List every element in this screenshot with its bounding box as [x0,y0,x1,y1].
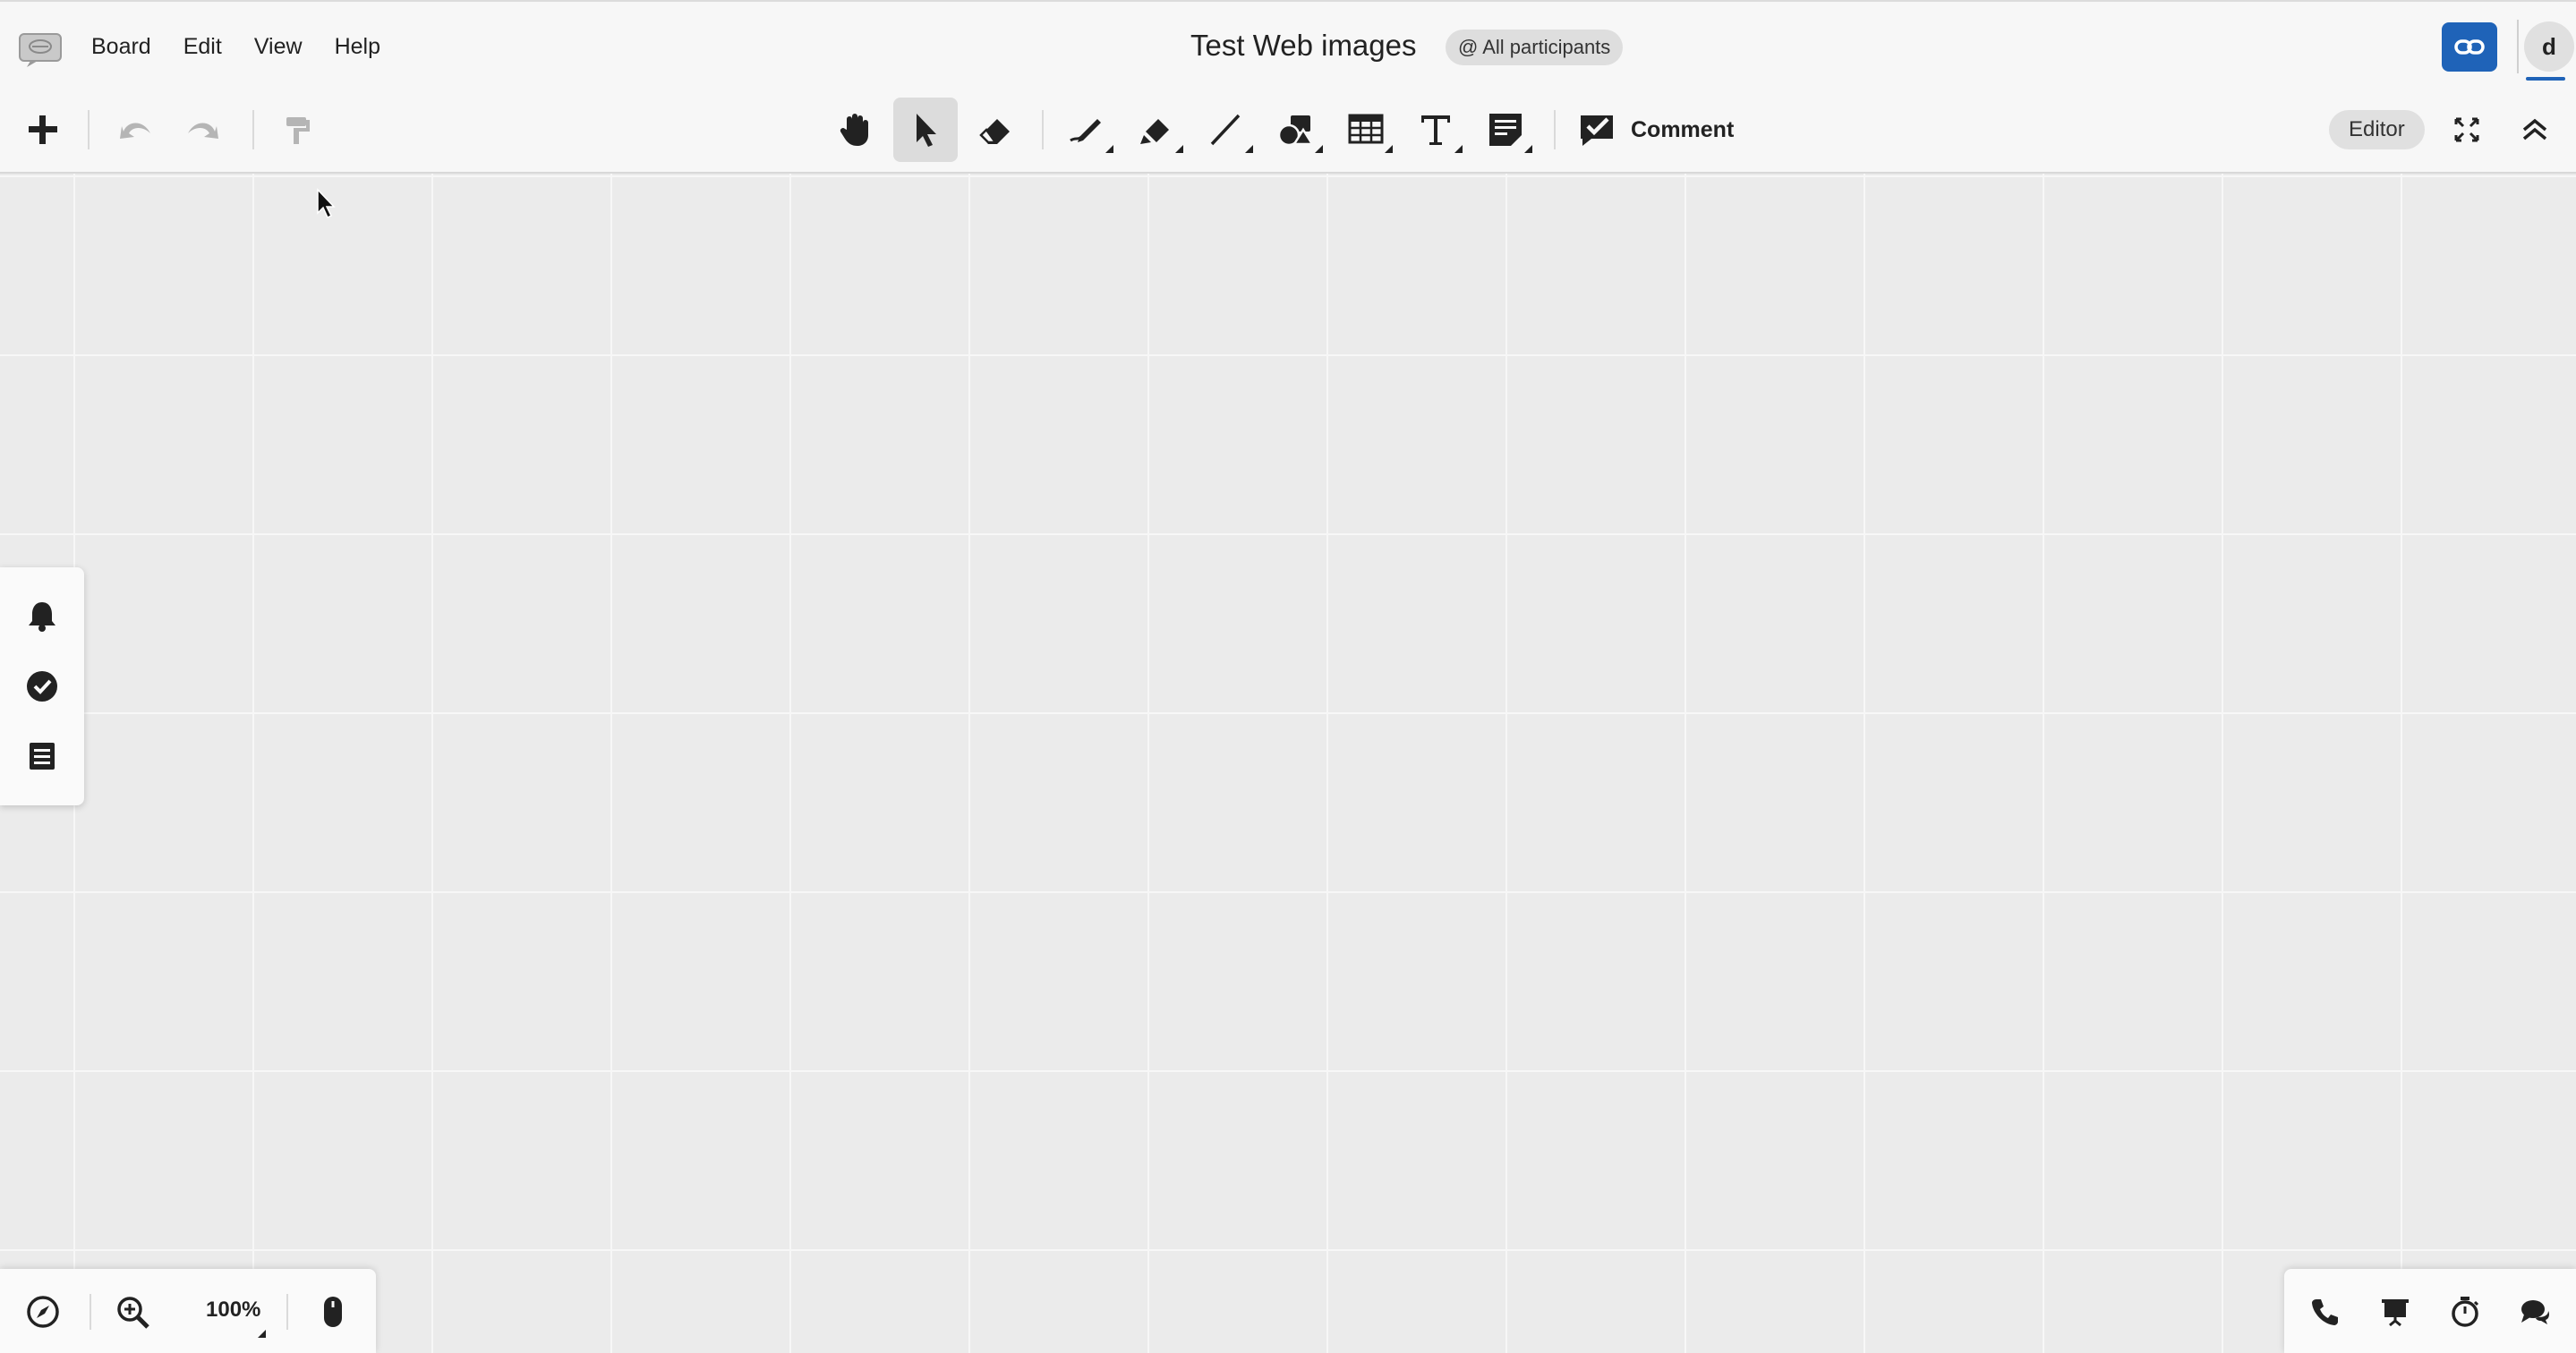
plus-icon [29,115,57,144]
comment-check-icon [1581,115,1613,146]
menu-edit[interactable]: Edit [183,30,222,64]
bell-icon [29,602,55,632]
timer-button[interactable] [2449,1296,2481,1328]
shapes-tool[interactable] [1264,98,1328,162]
board-canvas[interactable] [0,174,2576,1353]
redo-button[interactable] [170,98,235,162]
board-title[interactable]: Test Web images [1190,29,1417,63]
zoom-in-icon [117,1297,149,1329]
sticky-note-tool[interactable] [1473,98,1538,162]
phone-icon [2312,1299,2338,1325]
chat-icon [2521,1300,2549,1324]
highlighter-icon [1140,119,1169,144]
panel-divider [90,1294,91,1330]
line-options-indicator [1245,145,1253,153]
fullscreen-icon [2454,117,2479,142]
call-button[interactable] [2309,1296,2341,1328]
format-painter-button[interactable] [265,98,329,162]
highlighter-options-indicator [1175,145,1183,153]
zoom-in-button[interactable] [115,1294,150,1330]
pointer-tool[interactable] [893,98,958,162]
presentation-button[interactable] [2379,1296,2411,1328]
notifications-button[interactable] [25,600,59,634]
editor-role-badge[interactable]: Editor [2329,110,2425,149]
line-tool[interactable] [1194,98,1258,162]
sticky-note-options-indicator [1524,145,1532,153]
table-icon [1348,114,1384,144]
mouse-cursor-icon [315,188,337,220]
eraser-tool[interactable] [963,98,1028,162]
double-chevron-up-icon [2522,118,2547,140]
toolbar: Comment Editor [0,87,2576,174]
add-button[interactable] [11,98,75,162]
comment-button[interactable]: Comment [1577,106,1734,153]
user-avatar[interactable]: d [2524,21,2574,72]
panel-divider [286,1294,288,1330]
pen-icon [1070,119,1101,142]
avatar-underline [2526,77,2565,81]
outline-button[interactable] [25,739,59,773]
left-side-panel [0,567,84,805]
text-options-indicator [1454,145,1463,153]
zoom-options-indicator [258,1330,266,1338]
text-icon [1421,115,1450,145]
timer-icon [2452,1297,2479,1327]
hand-tool[interactable] [823,98,888,162]
fullscreen-button[interactable] [2435,98,2499,162]
pen-tool[interactable] [1054,98,1119,162]
pointer-icon [917,114,936,147]
eraser-icon [979,119,1010,144]
line-icon [1210,114,1241,146]
mouse-mode-button[interactable] [315,1294,351,1330]
undo-icon [120,123,150,139]
menu-bar: Board Edit View Help [91,30,413,64]
toolbar-divider [88,110,90,149]
highlighter-tool[interactable] [1124,98,1189,162]
list-icon [30,743,55,770]
presentation-icon [2382,1299,2409,1327]
share-link-button[interactable] [2442,22,2497,72]
toolbar-divider [1554,110,1556,149]
participants-badge[interactable]: @ All participants [1446,30,1624,65]
navigator-button[interactable] [25,1294,61,1330]
toolbar-divider [252,110,254,149]
collapse-toolbar-button[interactable] [2503,98,2567,162]
check-circle-icon [27,671,57,702]
navigation-panel: 100% [0,1269,376,1353]
compass-icon [27,1296,59,1328]
toolbar-divider [1042,110,1044,149]
text-tool[interactable] [1403,98,1468,162]
pen-options-indicator [1105,145,1113,153]
redo-icon [188,123,218,139]
top-bar: Board Edit View Help Test Web images @ A… [0,0,2576,87]
menu-view[interactable]: View [254,30,303,64]
tasks-button[interactable] [25,669,59,703]
menu-board[interactable]: Board [91,30,151,64]
link-icon [2454,39,2485,55]
undo-button[interactable] [104,98,168,162]
header-divider [2517,20,2519,73]
shapes-options-indicator [1315,145,1323,153]
shapes-icon [1277,115,1315,147]
table-tool[interactable] [1334,98,1398,162]
menu-help[interactable]: Help [335,30,380,64]
hand-icon [840,114,868,146]
comment-label: Comment [1631,116,1735,142]
whiteboard-chat-icon[interactable] [18,32,64,68]
mouse-icon [324,1297,342,1327]
chat-button[interactable] [2519,1296,2551,1328]
zoom-level[interactable]: 100% [206,1298,260,1323]
table-options-indicator [1385,145,1393,153]
collaboration-panel [2284,1269,2576,1353]
format-painter-icon [286,117,310,144]
sticky-note-icon [1489,114,1522,146]
